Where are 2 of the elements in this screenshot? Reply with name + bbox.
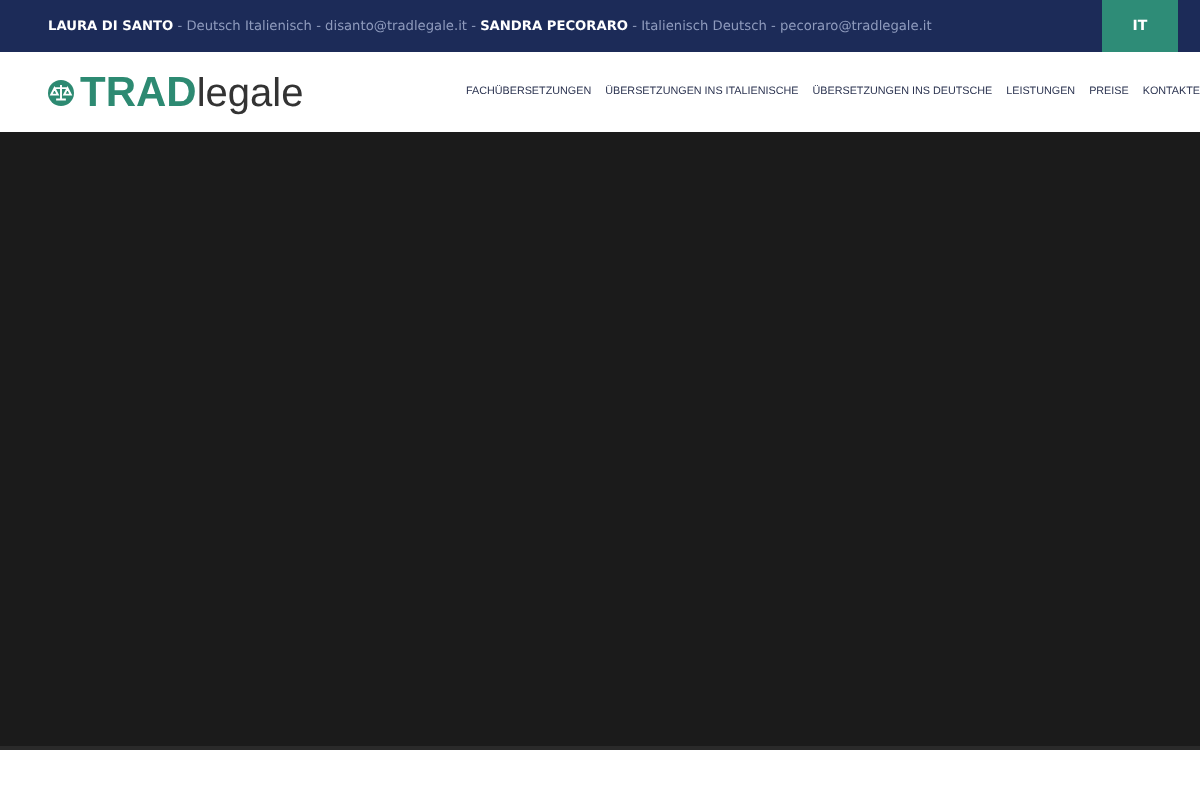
logo[interactable]: TRADlegale	[80, 71, 304, 113]
scales-icon	[48, 79, 74, 105]
